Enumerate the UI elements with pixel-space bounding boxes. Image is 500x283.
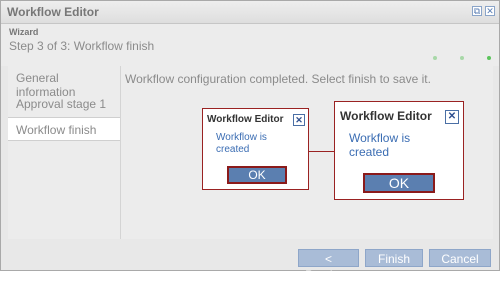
wizard-sidebar: General information Approval stage 1 Wor…	[8, 66, 120, 239]
close-icon[interactable]: ✕	[445, 110, 459, 124]
workflow-created-dialog: Workflow Editor ✕ Workflow is created OK	[202, 108, 309, 190]
finish-button[interactable]: Finish	[365, 249, 423, 267]
cancel-button[interactable]: Cancel	[429, 249, 491, 267]
dialog-message-line2: created	[216, 144, 250, 155]
window-titlebar[interactable]: Workflow Editor ⧉ ✕	[1, 1, 499, 24]
step-indicator-2	[460, 56, 464, 60]
sidebar-item-approval-stage-1[interactable]: Approval stage 1	[8, 92, 120, 116]
sidebar-item-label: Approval stage 1	[16, 97, 107, 111]
wizard-label: Wizard	[9, 27, 39, 37]
sidebar-item-workflow-finish[interactable]: Workflow finish	[8, 117, 120, 141]
ok-button[interactable]: OK	[227, 166, 287, 184]
dialog-title: Workflow Editor	[340, 109, 432, 123]
sidebar-item-label: Workflow finish	[16, 123, 97, 137]
close-icon[interactable]: ✕	[485, 6, 495, 16]
dialog-title: Workflow Editor	[207, 114, 284, 125]
previous-button[interactable]: < Previous	[298, 249, 359, 282]
dialog-message-line2: created	[349, 145, 390, 159]
restore-icon[interactable]: ⧉	[472, 6, 482, 16]
step-indicator-1	[433, 56, 437, 60]
close-icon[interactable]: ✕	[293, 114, 305, 126]
ok-button[interactable]: OK	[363, 173, 435, 193]
window-title: Workflow Editor	[7, 5, 99, 19]
dialog-message-line1: Workflow is	[349, 131, 411, 145]
sidebar-item-general-information[interactable]: General information	[8, 66, 120, 99]
completion-message: Workflow configuration completed. Select…	[125, 72, 431, 86]
step-indicator-3	[487, 56, 491, 60]
wizard-header: Wizard Step 3 of 3: Workflow finish	[1, 24, 499, 66]
dialog-message-line1: Workflow is	[216, 132, 267, 143]
wizard-step-text: Step 3 of 3: Workflow finish	[9, 39, 155, 53]
workflow-created-dialog-enlarged: Workflow Editor ✕ Workflow is created OK	[334, 101, 464, 200]
